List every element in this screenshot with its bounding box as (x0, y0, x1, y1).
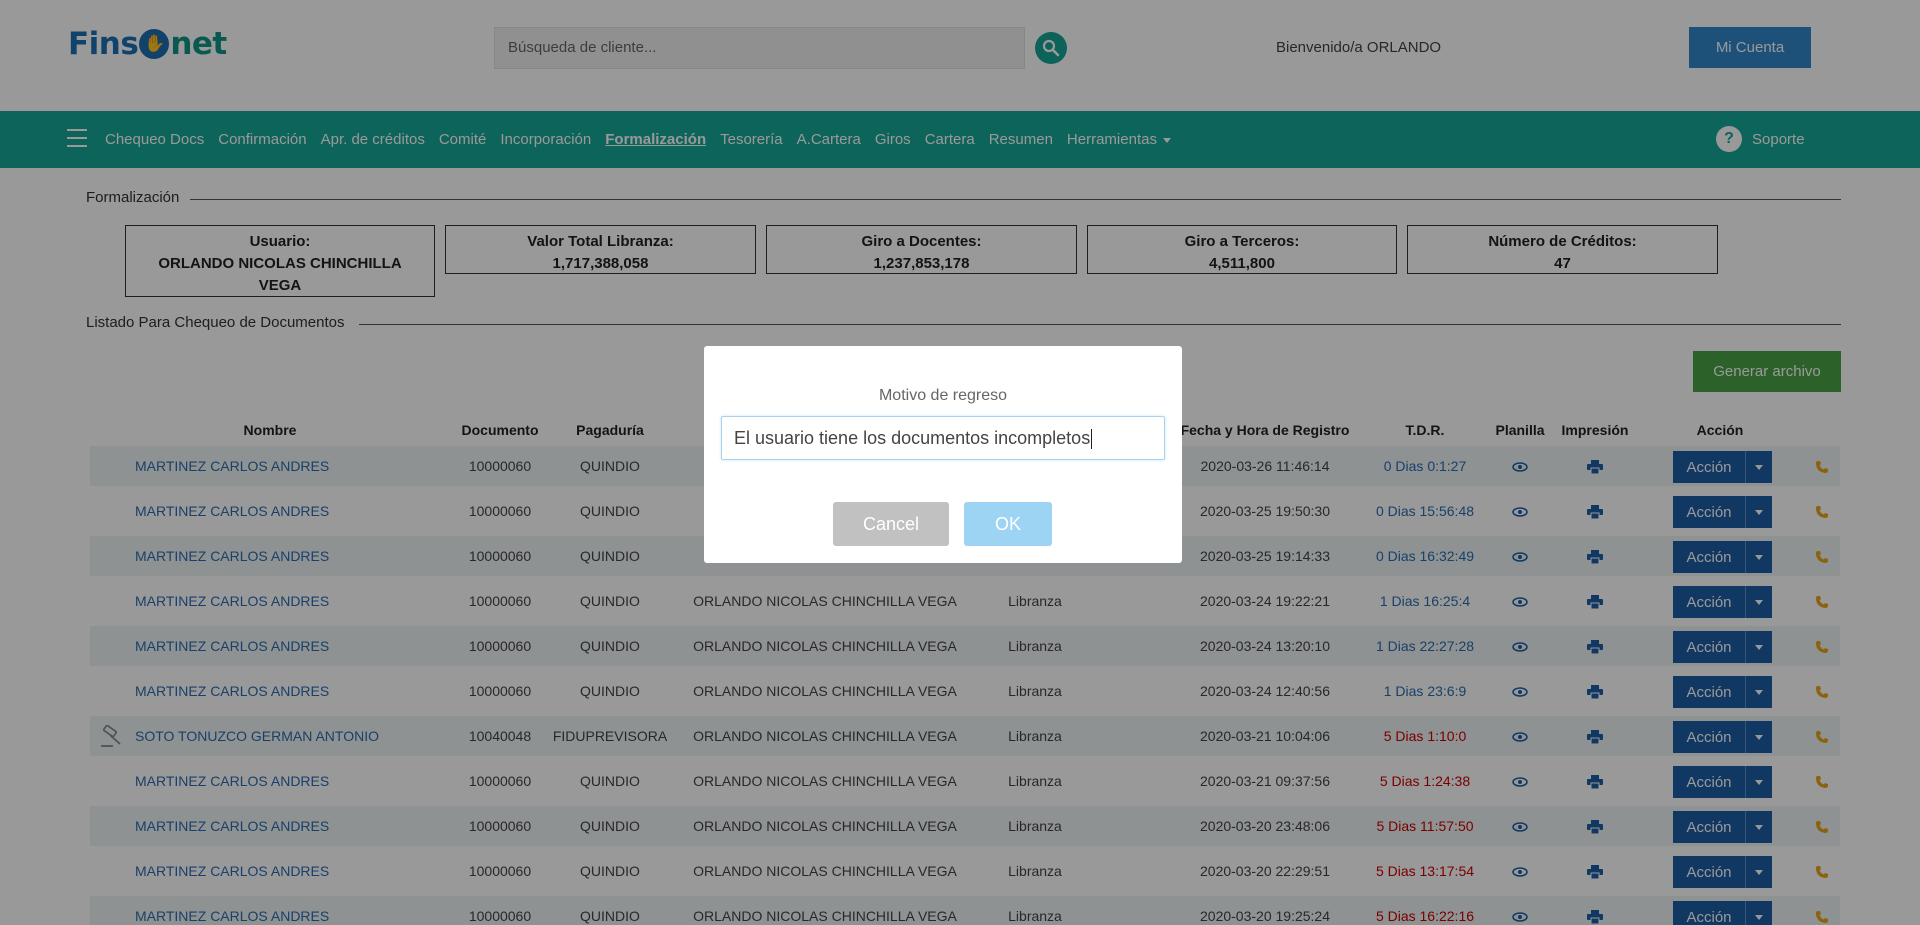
cancel-button[interactable]: Cancel (833, 502, 949, 546)
return-reason-dialog: Motivo de regreso El usuario tiene los d… (704, 346, 1182, 563)
return-reason-text: El usuario tiene los documentos incomple… (734, 428, 1091, 448)
return-reason-input[interactable]: El usuario tiene los documentos incomple… (721, 416, 1165, 460)
ok-button[interactable]: OK (964, 502, 1052, 546)
dialog-title: Motivo de regreso (878, 387, 1008, 404)
text-caret (1091, 429, 1093, 450)
